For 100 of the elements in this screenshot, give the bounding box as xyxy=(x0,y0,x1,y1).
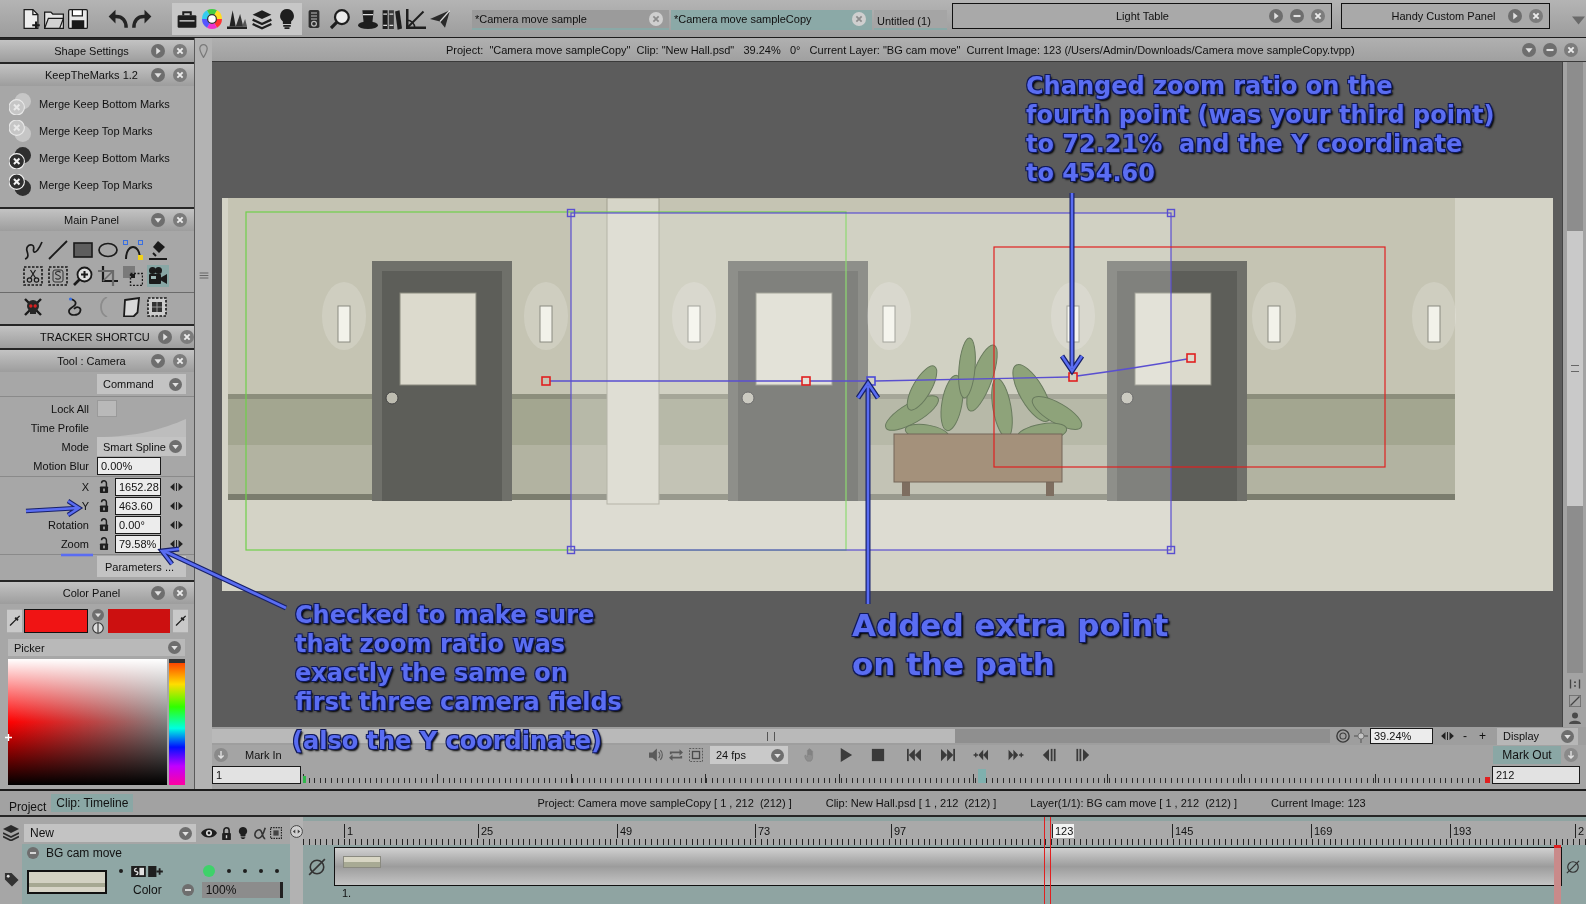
padlock-open-icon[interactable] xyxy=(99,537,109,550)
path-point[interactable] xyxy=(865,376,876,386)
status-dot-icon[interactable] xyxy=(203,865,215,877)
value-field[interactable]: 0.00° xyxy=(115,515,161,534)
alpha-icon[interactable] xyxy=(253,826,267,840)
slashed-circle-icon[interactable] xyxy=(1566,859,1580,874)
mode-dropdown[interactable]: Smart Spline xyxy=(97,437,186,456)
close-icon[interactable] xyxy=(179,330,194,344)
command-dropdown[interactable]: Command xyxy=(97,374,186,394)
dot-icon[interactable] xyxy=(275,869,279,873)
document-tab[interactable]: *Camera move sampleCopy xyxy=(671,10,872,30)
circle-minus-icon[interactable] xyxy=(181,884,194,896)
layer-set-dropdown[interactable]: New xyxy=(24,824,196,842)
padlock-open-icon[interactable] xyxy=(99,518,109,531)
frame-handle[interactable] xyxy=(566,208,575,218)
dot-icon[interactable] xyxy=(259,869,263,873)
zoom-in-button[interactable]: + xyxy=(1479,729,1486,743)
layer-stack-icon[interactable] xyxy=(3,825,19,841)
dotted-square-icon[interactable] xyxy=(146,296,168,318)
rectangle-icon[interactable] xyxy=(72,239,94,261)
hue-slider[interactable] xyxy=(169,659,185,785)
crosshair-icon[interactable] xyxy=(1354,729,1368,743)
frame-handle[interactable] xyxy=(566,545,575,555)
mask-icon[interactable] xyxy=(131,865,146,877)
close-icon[interactable] xyxy=(1529,9,1543,23)
circle-triangle-down-icon[interactable] xyxy=(1522,42,1536,57)
grip-icon[interactable] xyxy=(198,272,209,279)
circle-arrow-down-icon[interactable] xyxy=(1564,748,1578,762)
merge-marks-icon[interactable] xyxy=(9,146,31,169)
insert-after-icon[interactable] xyxy=(1006,748,1026,762)
value-field[interactable]: 1652.28 xyxy=(115,477,161,496)
motion-blur-field[interactable]: 0.00% xyxy=(97,456,161,475)
play-icon[interactable] xyxy=(838,748,854,762)
value-field[interactable]: 79.58% xyxy=(115,534,161,553)
lightbulb-icon[interactable] xyxy=(277,7,297,30)
dot-icon[interactable] xyxy=(243,869,247,873)
path-point[interactable] xyxy=(800,376,811,386)
layers-icon[interactable] xyxy=(252,7,272,30)
dashed-square-icon[interactable] xyxy=(270,827,282,839)
circle-triangle-down-icon[interactable] xyxy=(151,213,165,227)
close-icon[interactable] xyxy=(173,213,187,227)
spin-arrows-icon[interactable] xyxy=(170,501,183,510)
close-icon[interactable] xyxy=(173,68,187,82)
end-frame-marker[interactable] xyxy=(1554,845,1561,904)
slider-thumb[interactable] xyxy=(169,659,185,663)
close-icon[interactable] xyxy=(173,44,187,58)
crop-icon[interactable] xyxy=(97,265,119,287)
start-frame-field[interactable]: 1 xyxy=(212,766,301,784)
close-icon[interactable] xyxy=(1564,42,1578,57)
circle-minus-icon[interactable] xyxy=(1543,42,1557,57)
remote-control-icon[interactable] xyxy=(308,7,320,30)
diagonal-box-icon[interactable] xyxy=(1568,695,1581,707)
circle-minus-icon[interactable] xyxy=(1290,9,1304,23)
document-tab[interactable]: Untitled (1) xyxy=(874,10,947,30)
circle-arrow-down-icon[interactable] xyxy=(214,748,228,762)
padlock-open-icon[interactable] xyxy=(99,499,109,512)
circle-triangle-right-icon[interactable] xyxy=(151,44,165,58)
scissors-selection-icon[interactable] xyxy=(22,265,44,287)
user-silhouette-icon[interactable] xyxy=(1568,712,1581,724)
eye-icon[interactable] xyxy=(201,828,217,838)
padlock-closed-icon[interactable] xyxy=(221,826,232,840)
skip-to-start-icon[interactable] xyxy=(905,748,923,762)
lightbulb-icon[interactable] xyxy=(237,826,249,840)
script-button[interactable]: Merge Keep Top Marks xyxy=(39,178,153,191)
display-dropdown[interactable]: Display xyxy=(1497,727,1578,745)
circle-triangle-down-icon[interactable] xyxy=(151,354,165,368)
eyedropper-icon[interactable] xyxy=(7,609,22,633)
zoom-in-icon[interactable] xyxy=(72,265,94,287)
books-icon[interactable] xyxy=(382,7,402,30)
fps-dropdown[interactable]: 24 fps xyxy=(710,746,788,764)
dot-icon[interactable] xyxy=(119,869,123,873)
mark-out-button[interactable]: Mark Out xyxy=(1493,746,1561,764)
half-circle-icon[interactable] xyxy=(92,621,104,634)
paper-plane-icon[interactable] xyxy=(430,7,450,30)
color-swatch[interactable] xyxy=(108,609,170,633)
new-document-icon[interactable] xyxy=(21,7,41,30)
skull-crossbones-icon[interactable] xyxy=(22,296,44,318)
checkbox[interactable] xyxy=(97,400,117,417)
circle-triangle-down-icon[interactable] xyxy=(151,68,165,82)
vertical-scrollbar[interactable] xyxy=(1566,62,1583,673)
blend-mode-label[interactable]: Color xyxy=(133,883,162,897)
value-field[interactable]: 463.60 xyxy=(115,496,161,515)
add-frame-icon[interactable] xyxy=(148,865,163,877)
loop-icon[interactable] xyxy=(669,748,683,762)
tag-icon[interactable] xyxy=(3,872,19,887)
clip-bar[interactable] xyxy=(334,847,1562,886)
insert-before-icon[interactable] xyxy=(971,748,991,762)
document-tab[interactable]: *Camera move sample xyxy=(472,10,669,30)
ring-icon[interactable] xyxy=(1336,729,1350,743)
double-arrow-circle-icon[interactable] xyxy=(290,825,303,838)
current-frame-marker[interactable] xyxy=(1044,817,1051,904)
color-wheel-icon[interactable] xyxy=(202,7,222,30)
zoom-field[interactable]: 39.24% xyxy=(1370,728,1433,744)
marker-pen-icon[interactable] xyxy=(147,239,169,261)
opacity-slider[interactable]: 100% xyxy=(201,882,283,898)
undo-icon[interactable] xyxy=(108,7,128,30)
current-frame-marker[interactable] xyxy=(978,769,986,783)
dashed-selection-icon[interactable] xyxy=(47,265,69,287)
fit-frame-icon[interactable] xyxy=(689,748,703,762)
close-icon[interactable] xyxy=(173,354,187,368)
